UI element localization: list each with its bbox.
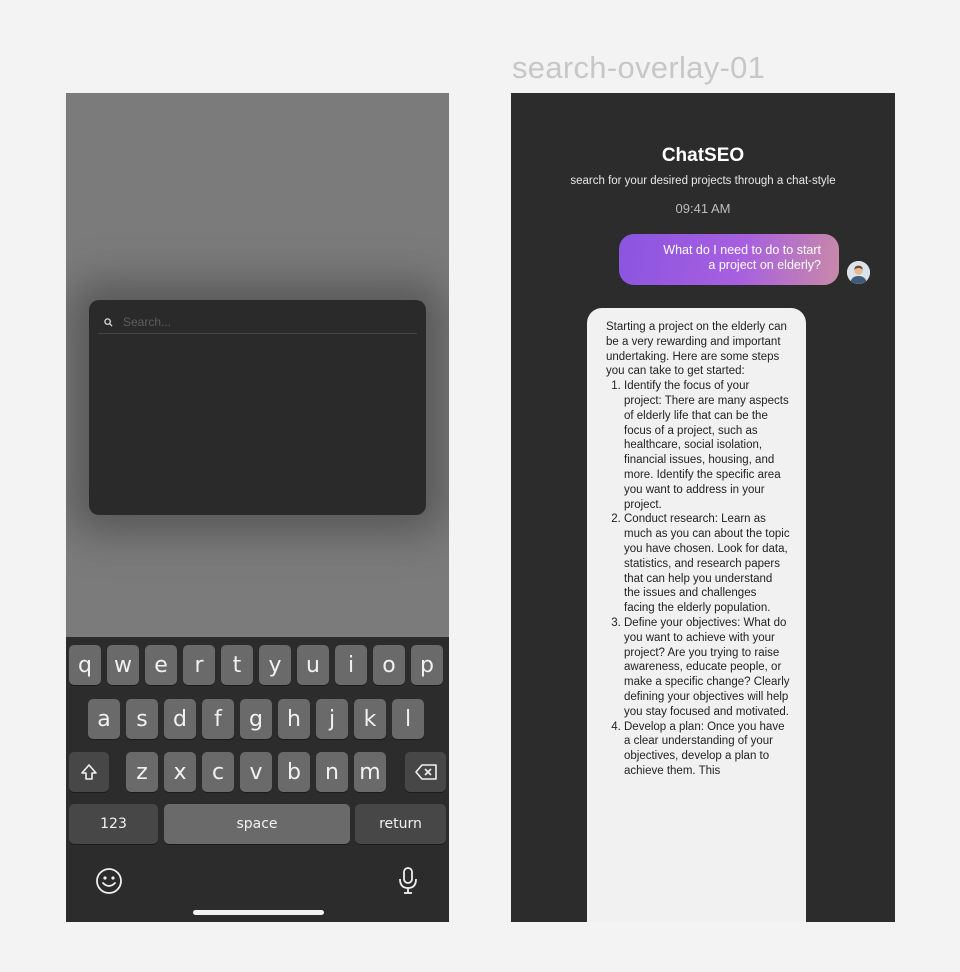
avatar[interactable] [847, 261, 870, 284]
emoji-icon [96, 868, 122, 894]
app-title: ChatSEO [661, 145, 745, 166]
key-t[interactable]: t [221, 645, 253, 685]
assistant-intro-text: Starting a project on the elderly can be… [606, 321, 787, 378]
key-g[interactable]: g [240, 699, 272, 739]
key-c[interactable]: c [202, 752, 234, 792]
delete-key[interactable] [405, 752, 446, 792]
key-q[interactable]: q [69, 645, 101, 685]
key-a[interactable]: a [88, 699, 120, 739]
shift-key[interactable] [69, 752, 109, 792]
key-j[interactable]: j [316, 699, 348, 739]
key-i[interactable]: i [335, 645, 367, 685]
emoji-button[interactable] [95, 867, 123, 900]
assistant-message-bubble: Starting a project on the elderly can be… [587, 308, 806, 922]
keyboard-row-1: q w e r t y u i o p [66, 645, 449, 685]
key-p[interactable]: p [411, 645, 443, 685]
keyboard-row-2: a s d f g h j k l [66, 699, 449, 739]
key-z[interactable]: z [126, 752, 158, 792]
assistant-steps-list: Identify the focus of your project: Ther… [606, 379, 790, 779]
search-input[interactable]: Search... [98, 311, 417, 334]
key-d[interactable]: d [164, 699, 196, 739]
key-s[interactable]: s [126, 699, 158, 739]
search-panel: Search... [89, 300, 426, 515]
microphone-icon [399, 867, 417, 894]
backspace-icon [414, 764, 437, 780]
list-item: Conduct research: Learn as much as you c… [624, 512, 790, 616]
keyboard: q w e r t y u i o p a s d f g h j k l z … [66, 637, 449, 922]
key-h[interactable]: h [278, 699, 310, 739]
search-overlay-screen: Search... q w e r t y u i o p a s d f g … [66, 93, 449, 922]
key-f[interactable]: f [202, 699, 234, 739]
search-icon [104, 317, 113, 327]
user-message-line: What do I need to do to start [663, 243, 821, 257]
keyboard-row-4: 123 space return [66, 804, 449, 844]
key-o[interactable]: o [373, 645, 405, 685]
search-placeholder: Search... [123, 315, 172, 329]
key-b[interactable]: b [278, 752, 310, 792]
home-indicator[interactable] [193, 910, 324, 915]
numbers-key[interactable]: 123 [69, 804, 158, 844]
shift-icon [81, 764, 97, 780]
key-u[interactable]: u [297, 645, 329, 685]
key-l[interactable]: l [392, 699, 424, 739]
avatar-icon [847, 261, 870, 284]
key-e[interactable]: e [145, 645, 177, 685]
key-x[interactable]: x [164, 752, 196, 792]
app-subtitle: search for your desired projects through… [570, 175, 836, 187]
user-message-bubble: What do I need to do to start a project … [619, 234, 839, 285]
message-timestamp: 09:41 AM [675, 201, 731, 216]
frame-label: search-overlay-01 [512, 50, 766, 85]
key-m[interactable]: m [354, 752, 386, 792]
key-y[interactable]: y [259, 645, 291, 685]
key-v[interactable]: v [240, 752, 272, 792]
microphone-button[interactable] [397, 866, 419, 901]
key-r[interactable]: r [183, 645, 215, 685]
list-item: Identify the focus of your project: Ther… [624, 379, 790, 512]
space-key[interactable]: space [164, 804, 350, 844]
chat-screen: ChatSEO search for your desired projects… [511, 93, 895, 922]
user-message-line: a project on elderly? [708, 258, 821, 272]
key-k[interactable]: k [354, 699, 386, 739]
list-item: Define your objectives: What do you want… [624, 616, 790, 720]
key-w[interactable]: w [107, 645, 139, 685]
keyboard-row-3: z x c v b n m [66, 752, 449, 792]
key-n[interactable]: n [316, 752, 348, 792]
list-item: Develop a plan: Once you have a clear un… [624, 720, 790, 779]
return-key[interactable]: return [355, 804, 446, 844]
